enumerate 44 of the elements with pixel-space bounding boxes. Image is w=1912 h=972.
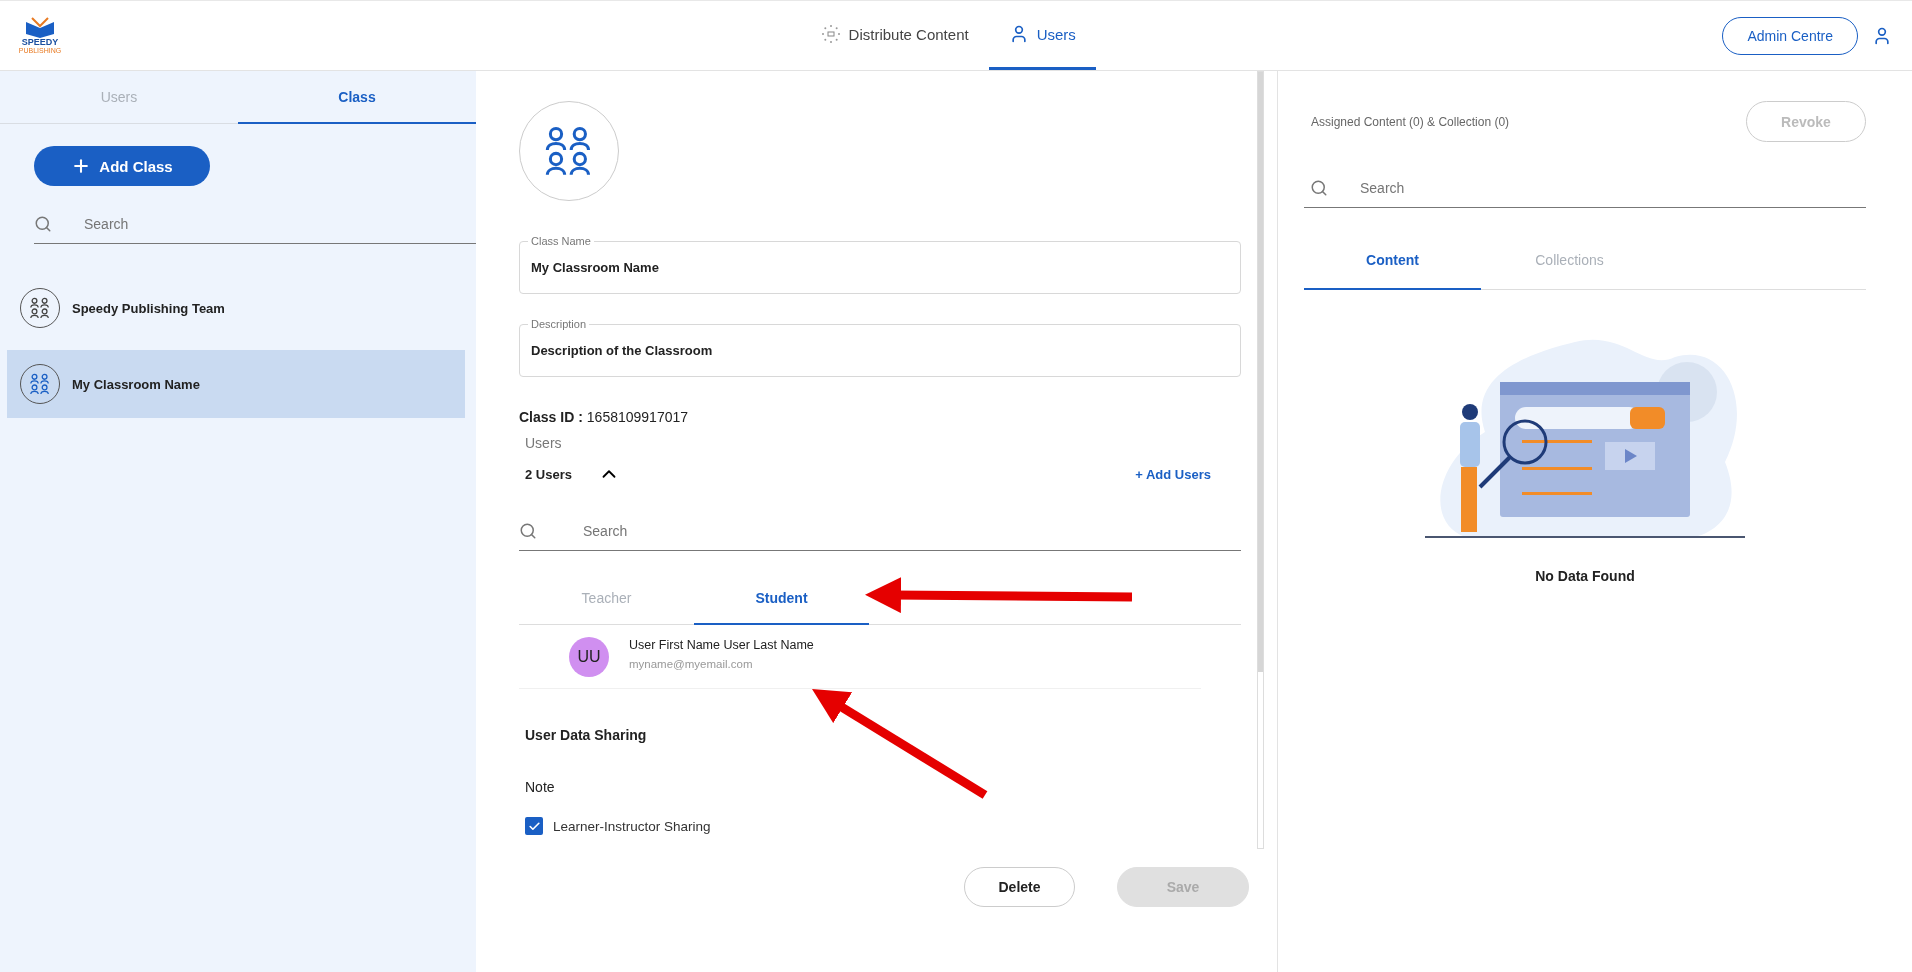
- admin-centre-button[interactable]: Admin Centre: [1722, 16, 1858, 55]
- nav-tab[interactable]: Users: [988, 1, 1096, 70]
- member-row[interactable]: UU User First Name User Last Name myname@myemail.com: [519, 625, 1201, 689]
- role-tab[interactable]: Student: [694, 573, 869, 625]
- people-icon: [29, 297, 51, 319]
- profile-icon[interactable]: [1872, 25, 1892, 46]
- member-email: myname@myemail.com: [629, 657, 754, 670]
- sidebar-tab[interactable]: Class: [238, 71, 476, 124]
- user-count: 2 Users: [525, 466, 572, 482]
- field-label: Description: [528, 318, 590, 330]
- field-value: My Classroom Name: [531, 260, 659, 275]
- content-tab[interactable]: Content: [1304, 232, 1481, 290]
- note-text: Note: [525, 779, 556, 795]
- empty-message: No Data Found: [1535, 568, 1635, 584]
- logo-text: SPEEDY: [21, 38, 59, 47]
- people-icon: [29, 373, 51, 395]
- network-icon: [820, 24, 841, 44]
- scrollbar[interactable]: [1257, 71, 1264, 849]
- users-label: Users: [525, 435, 563, 451]
- initials-avatar: UU: [569, 636, 609, 677]
- add-users-link[interactable]: + Add Users: [1135, 466, 1211, 482]
- search-icon: [34, 215, 52, 233]
- add-class-button[interactable]: Add Class: [34, 146, 210, 186]
- action-button[interactable]: Delete: [964, 867, 1075, 907]
- class-name: My Classroom Name: [72, 376, 200, 392]
- section-title: User Data Sharing: [525, 727, 648, 743]
- field-value: Description of the Classroom: [531, 343, 713, 358]
- nav-tab[interactable]: Distribute Content: [800, 1, 989, 70]
- member-name: User First Name User Last Name: [629, 637, 814, 652]
- class-name: Speedy Publishing Team: [72, 300, 225, 316]
- search-icon: [1310, 179, 1328, 197]
- search-icon: [519, 522, 537, 540]
- search-field[interactable]: Search: [519, 511, 1241, 551]
- check-icon: [527, 819, 541, 833]
- class-item[interactable]: Speedy Publishing Team: [7, 274, 465, 342]
- field-label: Class Name: [528, 235, 594, 247]
- class-id-value: 1658109917017: [586, 409, 689, 425]
- class-item[interactable]: My Classroom Name: [7, 350, 465, 418]
- class-id-label: Class ID :: [519, 409, 583, 425]
- checkbox[interactable]: [525, 817, 543, 835]
- checkbox-label: Learner-Instructor Sharing: [553, 818, 711, 834]
- search-field[interactable]: Search: [34, 204, 476, 244]
- assigned-title: Assigned Content (0) & Collection (0): [1311, 114, 1510, 129]
- search-field[interactable]: Search: [1304, 168, 1866, 208]
